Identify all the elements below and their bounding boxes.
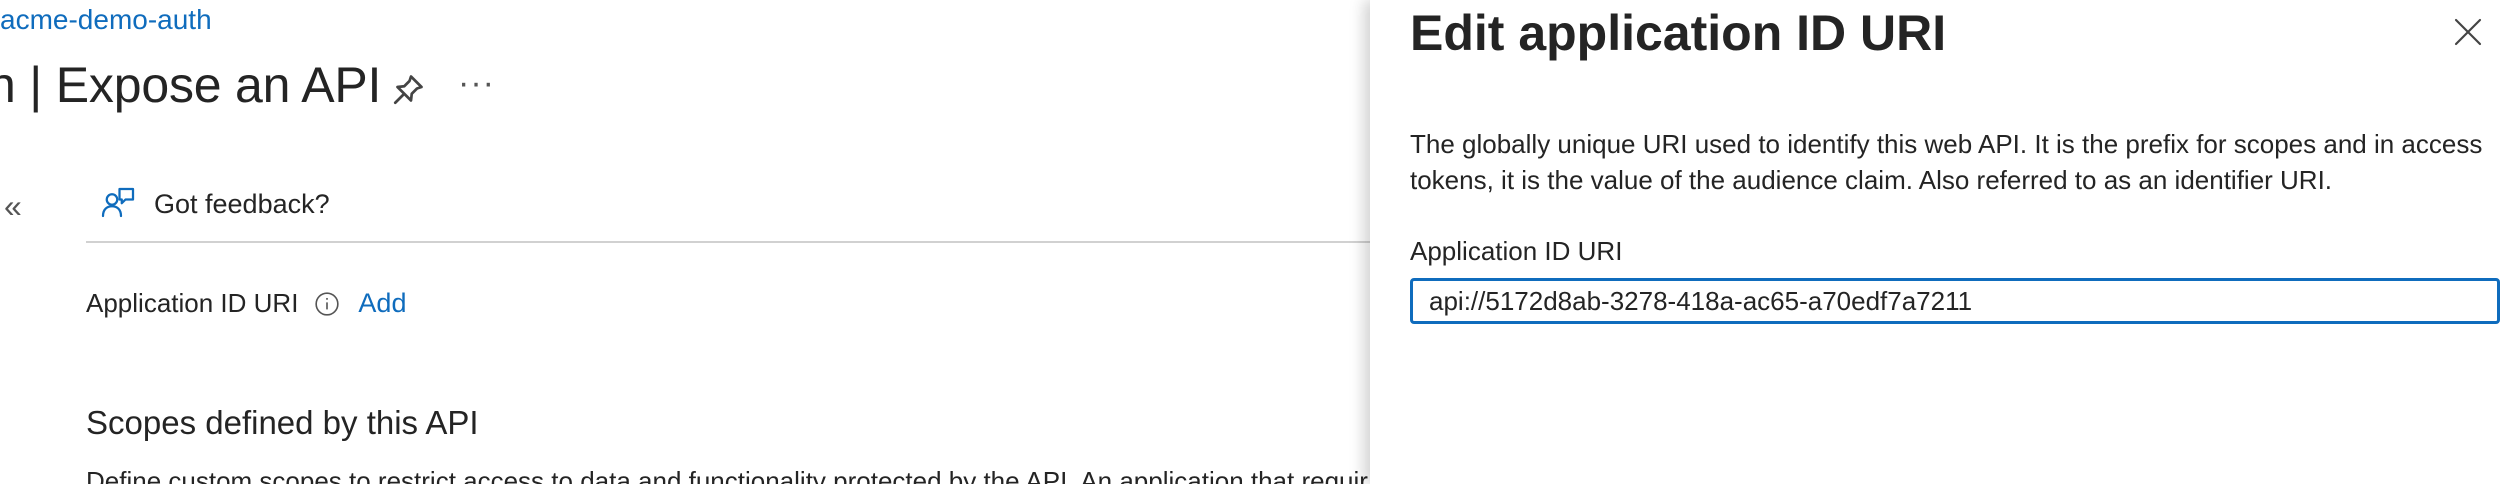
edit-app-id-uri-panel: Edit application ID URI The globally uni… [1370,0,2510,484]
feedback-icon [101,187,135,218]
scopes-description: Define custom scopes to restrict access … [86,466,1368,484]
collapse-icon[interactable]: « [4,188,22,225]
close-icon[interactable] [2452,16,2484,48]
pin-icon[interactable] [390,72,426,108]
more-icon[interactable]: ··· [458,64,495,103]
add-app-id-uri-link[interactable]: Add [358,288,406,319]
breadcrumb-app-link[interactable]: acme-demo-auth [0,4,212,36]
main-blade: acme-demo-auth n | Expose an API ··· « G… [0,0,1370,484]
toolbar-divider [86,241,1370,243]
app-id-uri-input[interactable] [1410,278,2500,324]
app-id-uri-label: Application ID URI [86,288,299,318]
info-icon[interactable] [314,291,340,317]
scopes-heading: Scopes defined by this API [86,404,479,441]
feedback-label: Got feedback? [154,188,330,219]
app-id-uri-field-label: Application ID URI [1410,236,1623,266]
panel-title: Edit application ID URI [1410,5,1947,61]
app-id-uri-row: Application ID URI Add [86,288,406,319]
feedback-button[interactable]: Got feedback? [100,186,330,222]
page-title: n | Expose an API [0,57,382,113]
panel-description: The globally unique URI used to identify… [1410,129,2483,195]
